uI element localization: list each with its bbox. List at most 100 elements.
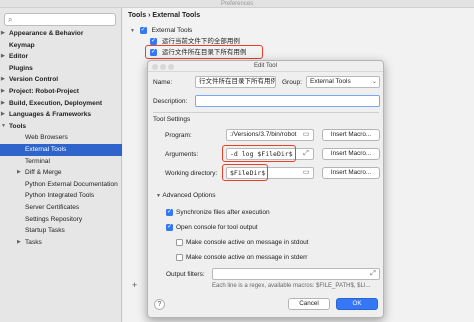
opt-sync-label: Synchronize files after execution [176, 209, 270, 217]
sidebar-item-label: Project: Robot-Project [9, 87, 79, 95]
sidebar-item-tasks[interactable]: ▶ Tasks [0, 237, 122, 249]
output-filters-field[interactable] [212, 268, 380, 280]
sidebar-item-appearance-behavior[interactable]: ▶ Appearance & Behavior [0, 28, 122, 40]
opt-stderr-label: Make console active on message in stderr [186, 254, 308, 262]
maximize-window-icon[interactable] [168, 64, 174, 70]
minimize-window-icon[interactable] [160, 64, 166, 70]
search-input[interactable]: ⌕ [4, 13, 116, 26]
tool-group-label: External Tools [151, 27, 193, 34]
chevron-right-icon[interactable]: ▶ [17, 167, 21, 179]
ok-button[interactable]: OK [336, 298, 378, 310]
stdout-checkbox[interactable] [176, 239, 183, 246]
sidebar-item-python-integrated-tools[interactable]: Python Integrated Tools [0, 190, 122, 202]
settings-tree: ▶ Appearance & Behavior Keymap ▶ Editor Plugi… [0, 28, 122, 248]
advanced-options-toggle[interactable]: ▼ Advanced Options [156, 192, 216, 199]
cancel-button[interactable]: Cancel [288, 298, 330, 310]
sidebar-item-label: Editor [9, 53, 29, 61]
sidebar-item-keymap[interactable]: Keymap [0, 40, 122, 52]
program-insert-macro-button[interactable]: Insert Macro... [322, 129, 380, 141]
tool-1-label: 运行当前文件下的全部用例 [161, 38, 240, 45]
chevron-right-icon[interactable]: ▶ [1, 98, 5, 110]
sidebar-item-build-execution-deployment[interactable]: ▶ Build, Execution, Deployment [0, 98, 122, 110]
tool-highlight-box [145, 45, 263, 59]
working-directory-highlight-box [222, 164, 268, 181]
sync-checkbox[interactable]: ✓ [166, 209, 173, 216]
sidebar-item-label: Plugins [9, 64, 33, 72]
folder-icon[interactable]: ▭ [301, 130, 311, 140]
description-field[interactable] [195, 95, 380, 107]
output-filters-label: Output filters: [166, 271, 205, 278]
chevron-right-icon[interactable]: ▶ [1, 28, 5, 40]
name-label: Name: [153, 79, 173, 86]
dialog-title: Edit Tool [148, 61, 383, 72]
group-label: Group: [282, 79, 302, 86]
sidebar-item-editor[interactable]: ▶ Editor [0, 51, 122, 63]
sidebar-item-diff-merge[interactable]: ▶ Diff & Merge [0, 167, 122, 179]
expand-icon[interactable]: ⤢ [368, 269, 378, 279]
sidebar-item-web-browsers[interactable]: Web Browsers [0, 132, 122, 144]
chevron-down-icon[interactable]: ▼ [130, 28, 135, 34]
advanced-options-label: Advanced Options [162, 192, 216, 199]
chevron-down-icon[interactable]: ▼ [1, 121, 6, 133]
opt-stderr-row[interactable]: Make console active on message in stderr [176, 254, 307, 261]
breadcrumb-leaf: External Tools [152, 12, 201, 19]
chevron-right-icon[interactable]: ▶ [1, 51, 5, 63]
sidebar-item-label: Tools [9, 122, 27, 130]
sidebar-item-terminal[interactable]: Terminal [0, 156, 122, 168]
sidebar-item-startup-tasks[interactable]: Startup Tasks [0, 225, 122, 237]
sidebar-item-plugins[interactable]: Plugins [0, 63, 122, 75]
window-title: Preferences [0, 0, 474, 8]
sidebar-item-languages-frameworks[interactable]: ▶ Languages & Frameworks [0, 109, 122, 121]
search-icon: ⌕ [8, 15, 13, 24]
breadcrumb-root[interactable]: Tools [128, 12, 146, 19]
sidebar-item-tools[interactable]: ▼ Tools [0, 121, 122, 133]
sidebar-item-label: Terminal [25, 157, 50, 165]
sidebar-item-external-tools[interactable]: External Tools [0, 143, 122, 156]
breadcrumb: Tools › External Tools [128, 12, 200, 19]
help-button[interactable]: ? [154, 299, 165, 310]
arguments-highlight-box [222, 145, 296, 162]
opt-console-row[interactable]: ✓ Open console for tool output [166, 224, 258, 231]
opt-stdout-row[interactable]: Make console active on message in stdout [176, 239, 308, 246]
sidebar-item-label: Settings Repository [25, 215, 83, 223]
program-label: Program: [165, 132, 192, 139]
close-window-icon[interactable] [152, 64, 158, 70]
working-dir-insert-macro-button[interactable]: Insert Macro... [322, 167, 380, 179]
description-label: Description: [153, 98, 188, 105]
sidebar-item-label: Keymap [9, 41, 35, 49]
sidebar-item-label: External Tools [25, 145, 67, 153]
sidebar-item-label: Version Control [9, 76, 59, 84]
sidebar-item-label: Appearance & Behavior [9, 30, 84, 37]
sidebar-item-project-robot-project[interactable]: ▶ Project: Robot-Project [0, 86, 122, 98]
sidebar-item-label: Startup Tasks [25, 227, 65, 235]
name-field[interactable]: 行文件所在目录下所有用例 [195, 76, 276, 88]
add-tool-icon[interactable]: + [132, 280, 137, 290]
arguments-insert-macro-button[interactable]: Insert Macro... [322, 148, 380, 160]
chevron-down-icon: ⌄ [371, 79, 377, 85]
working-directory-label: Working directory: [165, 170, 218, 177]
opt-sync-row[interactable]: ✓ Synchronize files after execution [166, 209, 270, 216]
group-select[interactable]: External Tools ⌄ [306, 76, 380, 88]
chevron-right-icon[interactable]: ▶ [1, 74, 5, 86]
console-checkbox[interactable]: ✓ [166, 224, 173, 231]
tool-1-checkbox[interactable]: ✓ [150, 37, 157, 45]
sidebar-item-label: Build, Execution, Deployment [9, 99, 103, 107]
opt-console-label: Open console for tool output [176, 224, 258, 232]
chevron-right-icon[interactable]: ▶ [17, 237, 21, 249]
folder-icon[interactable]: ▭ [301, 168, 311, 178]
sidebar-item-label: Diff & Merge [25, 169, 62, 177]
stderr-checkbox[interactable] [176, 254, 183, 261]
arguments-label: Arguments: [165, 151, 199, 158]
sidebar-item-label: Server Certificates [25, 203, 80, 211]
sidebar-item-settings-repository[interactable]: Settings Repository [0, 214, 122, 226]
expand-icon[interactable]: ⤢ [301, 149, 311, 159]
sidebar-item-python-external-documentation[interactable]: Python External Documentation [0, 179, 122, 191]
group-checkbox[interactable]: ✓ [139, 26, 147, 34]
sidebar-item-label: Python External Documentation [25, 180, 118, 188]
sidebar-item-version-control[interactable]: ▶ Version Control [0, 74, 122, 86]
sidebar-item-server-certificates[interactable]: Server Certificates [0, 202, 122, 214]
chevron-right-icon[interactable]: ▶ [1, 86, 5, 98]
tool-group-row[interactable]: ▼ ✓ External Tools [130, 25, 192, 36]
sidebar-item-label: Tasks [25, 238, 42, 246]
chevron-right-icon[interactable]: ▶ [1, 109, 5, 121]
